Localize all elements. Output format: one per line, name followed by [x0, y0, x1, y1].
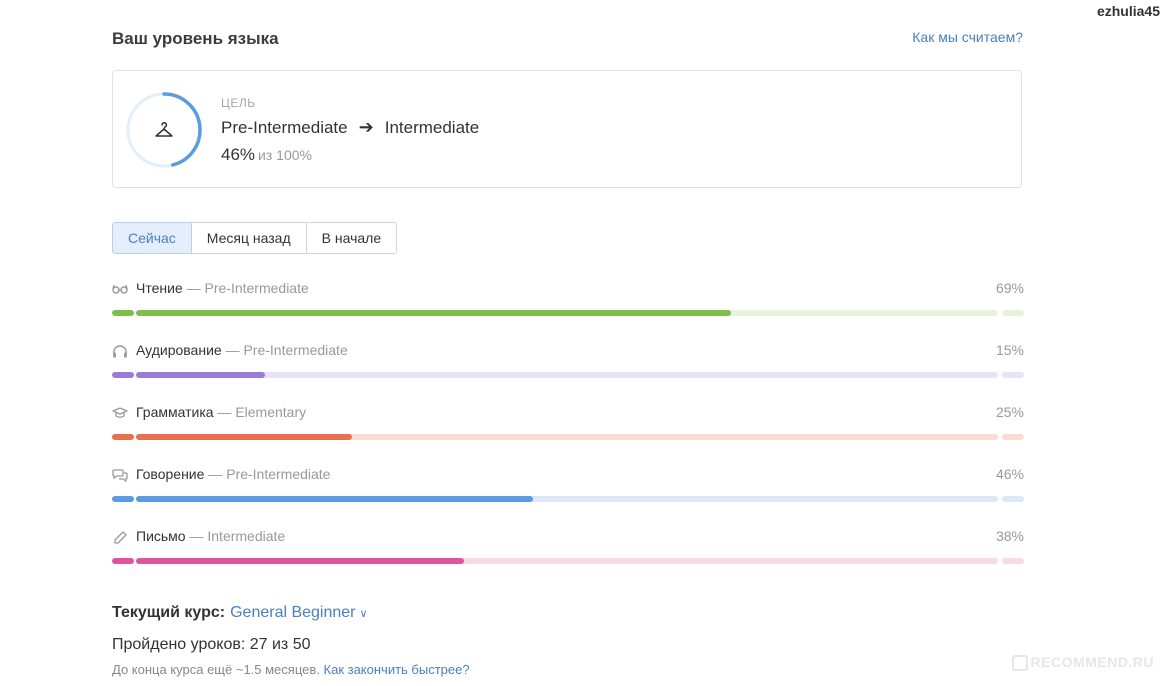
skill-level: — Elementary	[213, 404, 307, 420]
graduation-cap-icon	[112, 406, 128, 420]
username: ezhulia45	[1096, 3, 1160, 19]
skill-progress-bar	[112, 372, 1024, 378]
skill-percent: 46%	[995, 466, 1024, 482]
skill-row: Говорение — Pre-Intermediate 46%	[112, 466, 1024, 528]
skill-row: Письмо — Intermediate 38%	[112, 528, 1024, 590]
course-select-dropdown[interactable]: General Beginner ∨	[230, 604, 367, 621]
course-remaining: До конца курса ещё ~1.5 месяцев. Как зак…	[112, 662, 470, 677]
hanger-icon	[153, 119, 175, 141]
tab-now[interactable]: Сейчас	[112, 222, 192, 254]
speech-bubbles-icon	[112, 468, 128, 483]
skill-percent: 69%	[995, 280, 1024, 296]
skill-percent: 25%	[995, 404, 1024, 420]
tab-month-ago[interactable]: Месяц назад	[190, 222, 307, 254]
course-name: General Beginner	[230, 604, 356, 621]
skills-list: Чтение — Pre-Intermediate 69% Аудировани…	[112, 280, 1024, 590]
remaining-text: До конца курса ещё ~1.5 месяцев.	[112, 662, 320, 677]
skill-name: Письмо	[136, 528, 186, 544]
skill-progress-bar	[112, 496, 1024, 502]
skill-name: Грамматика	[136, 404, 214, 420]
arrow-right-icon: ➔	[358, 117, 374, 137]
skill-name: Аудирование	[136, 342, 222, 358]
skill-level: — Intermediate	[185, 528, 286, 544]
goal-percent: 46% из 100%	[221, 145, 312, 165]
glasses-icon	[112, 282, 128, 296]
skill-row: Чтение — Pre-Intermediate 69%	[112, 280, 1024, 342]
chevron-down-icon: ∨	[359, 608, 368, 620]
goal-from-level: Pre-Intermediate	[221, 117, 348, 137]
skill-level: — Pre-Intermediate	[204, 466, 331, 482]
how-we-count-link[interactable]: Как мы считаем?	[912, 29, 1023, 45]
lessons-completed: Пройдено уроков: 27 из 50	[112, 636, 311, 653]
skill-progress-bar	[112, 558, 1024, 564]
skill-level: — Pre-Intermediate	[182, 280, 309, 296]
goal-progress-ring	[125, 91, 203, 169]
goal-percent-of: из 100%	[258, 147, 312, 163]
skill-progress-bar	[112, 310, 1024, 316]
skill-name: Чтение	[136, 280, 183, 296]
skill-row: Грамматика — Elementary 25%	[112, 404, 1024, 466]
watermark-logo-icon	[1011, 655, 1028, 672]
current-course: Текущий курс: General Beginner ∨	[112, 604, 368, 622]
finish-faster-link[interactable]: Как закончить быстрее?	[324, 662, 470, 677]
headphones-icon	[112, 344, 128, 358]
skill-percent: 15%	[995, 342, 1024, 358]
page-title: Ваш уровень языка	[112, 29, 279, 48]
skill-name: Говорение	[136, 466, 205, 482]
goal-levels: Pre-Intermediate ➔ Intermediate	[221, 117, 479, 138]
goal-to-level: Intermediate	[384, 117, 480, 137]
goal-card: ЦЕЛЬ Pre-Intermediate ➔ Intermediate 46%…	[112, 70, 1022, 188]
current-course-label: Текущий курс:	[112, 604, 226, 621]
skill-percent: 38%	[995, 528, 1024, 544]
goal-label: ЦЕЛЬ	[221, 96, 256, 110]
skill-row: Аудирование — Pre-Intermediate 15%	[112, 342, 1024, 404]
tab-beginning[interactable]: В начале	[305, 222, 398, 254]
skill-level: — Pre-Intermediate	[221, 342, 348, 358]
period-tabs: Сейчас Месяц назад В начале	[112, 222, 398, 254]
goal-percent-value: 46%	[221, 145, 256, 164]
pencil-icon	[112, 530, 128, 544]
skill-progress-bar	[112, 434, 1024, 440]
watermark: RECOMMEND.RU	[1011, 654, 1154, 672]
